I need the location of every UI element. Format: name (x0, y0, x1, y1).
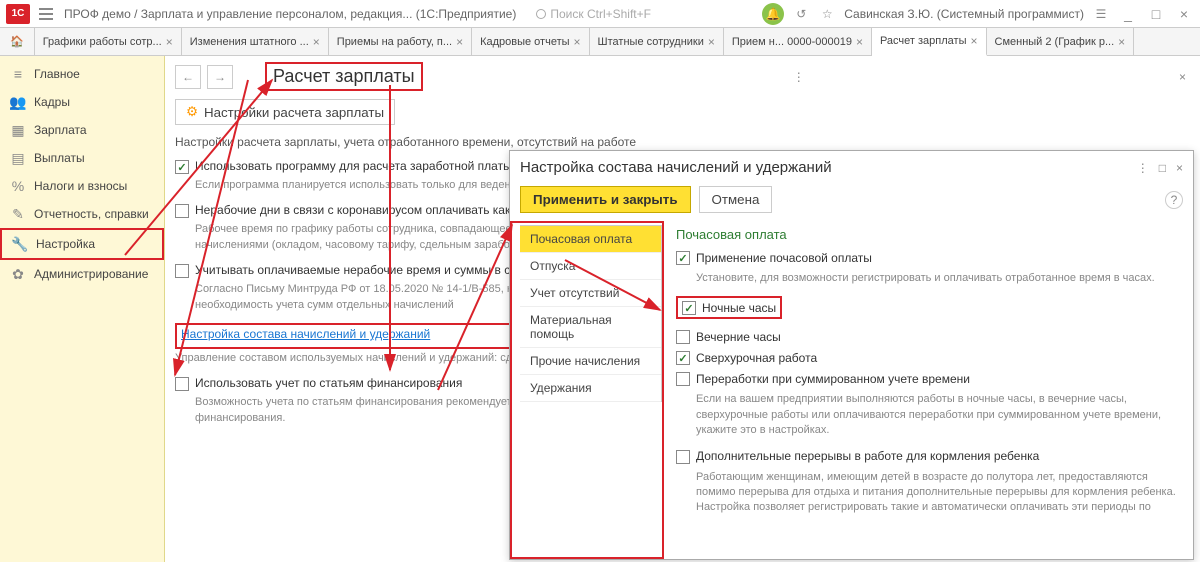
edit-icon: ✎ (10, 206, 26, 222)
tab-home[interactable]: 🏠 (0, 28, 35, 55)
wrench-icon: 🔧 (12, 236, 28, 252)
tab-close-icon[interactable]: × (456, 35, 463, 49)
star-icon[interactable]: ☆ (818, 5, 836, 23)
panel-icon[interactable]: ☰ (1092, 5, 1110, 23)
search-placeholder: Поиск Ctrl+Shift+F (550, 7, 651, 21)
page-description: Настройки расчета зарплаты, учета отрабо… (175, 135, 1190, 149)
people-icon: 👥 (10, 94, 26, 110)
help-icon[interactable]: ? (1165, 191, 1183, 209)
checkbox-icon[interactable] (175, 377, 189, 391)
dialog-nav-otpuska[interactable]: Отпуска (520, 253, 661, 280)
sidebar-item-kadry[interactable]: 👥Кадры (0, 88, 164, 116)
logo-1c: 1C (6, 4, 30, 24)
dialog-more-icon[interactable]: ⋮ (1137, 161, 1149, 175)
checkbox-icon[interactable] (676, 330, 690, 344)
dialog-content: Почасовая оплата Применение почасовой оп… (664, 221, 1193, 559)
dialog-nav-matpom[interactable]: Материальная помощь (520, 307, 661, 348)
sidebar-item-otchet[interactable]: ✎Отчетность, справки (0, 200, 164, 228)
tab-close-icon[interactable]: × (166, 35, 173, 49)
more-icon[interactable]: ⋮ (789, 66, 809, 88)
tab-item[interactable]: Изменения штатного ...× (182, 28, 329, 55)
apply-close-button[interactable]: Применить и закрыть (520, 186, 691, 213)
dialog-nav-other[interactable]: Прочие начисления (520, 348, 661, 375)
checkbox-icon[interactable] (676, 372, 690, 386)
dialog-title: Настройка состава начислений и удержаний (520, 159, 832, 176)
nav-back-button[interactable]: ← (175, 65, 201, 89)
tab-item[interactable]: Прием н... 0000-000019× (724, 28, 872, 55)
checkbox-row[interactable]: Сверхурочная работа (676, 350, 1181, 365)
checkbox-icon[interactable] (682, 301, 696, 315)
tab-item[interactable]: Сменный 2 (График р...× (987, 28, 1135, 55)
burger-menu-icon[interactable] (36, 4, 56, 24)
search-icon (536, 9, 546, 19)
close-button[interactable]: × (1174, 4, 1194, 24)
help-text: Установите, для возможности регистрирова… (696, 271, 1181, 286)
tab-close-icon[interactable]: × (313, 35, 320, 49)
dialog-nav-hourly[interactable]: Почасовая оплата (520, 226, 661, 253)
checkbox-icon[interactable] (676, 351, 690, 365)
checkbox-row-night[interactable]: Ночные часы (676, 296, 782, 319)
help-text: Если на вашем предприятии выполняются ра… (696, 392, 1181, 438)
sidebar: ≡Главное 👥Кадры ▦Зарплата ▤Выплаты %Нало… (0, 56, 165, 562)
sidebar-item-zarplata[interactable]: ▦Зарплата (0, 116, 164, 144)
composition-settings-link[interactable]: Настройка состава начислений и удержаний (181, 327, 430, 341)
history-icon[interactable]: ↺ (792, 5, 810, 23)
tab-item[interactable]: Приемы на работу, п...× (329, 28, 472, 55)
tab-item[interactable]: Кадровые отчеты× (472, 28, 589, 55)
global-search[interactable]: Поиск Ctrl+Shift+F (536, 7, 651, 21)
page-title: Расчет зарплаты (265, 62, 423, 91)
list-icon: ▤ (10, 150, 26, 166)
sidebar-item-nastroika[interactable]: 🔧Настройка (0, 228, 164, 260)
gear-icon: ⚙ (186, 104, 198, 120)
tab-close-icon[interactable]: × (970, 34, 977, 48)
checkbox-icon[interactable] (676, 450, 690, 464)
dialog-section-title: Почасовая оплата (676, 227, 1181, 242)
checkbox-row[interactable]: Вечерние часы (676, 329, 1181, 344)
checkbox-icon[interactable] (175, 204, 189, 218)
gear-icon: ✿ (10, 266, 26, 282)
checkbox-row[interactable]: Переработки при суммированном учете врем… (676, 371, 1181, 386)
checkbox-row[interactable]: Дополнительные перерывы в работе для кор… (676, 449, 1181, 464)
settings-salary-button[interactable]: ⚙Настройки расчета зарплаты (175, 99, 395, 125)
checkbox-icon[interactable] (676, 251, 690, 265)
tabbar: 🏠 Графики работы сотр...× Изменения штат… (0, 28, 1200, 56)
tab-item-active[interactable]: Расчет зарплаты× (872, 28, 987, 56)
sidebar-item-admin[interactable]: ✿Администрирование (0, 260, 164, 288)
composition-dialog: Настройка состава начислений и удержаний… (509, 150, 1194, 560)
checkbox-icon[interactable] (175, 264, 189, 278)
grid-icon: ▦ (10, 122, 26, 138)
home-icon: ≡ (10, 66, 26, 82)
tab-item[interactable]: Графики работы сотр...× (35, 28, 182, 55)
tab-close-icon[interactable]: × (1118, 35, 1125, 49)
checkbox-icon[interactable] (175, 160, 189, 174)
help-text: Работающим женщинам, имеющим детей в воз… (696, 470, 1181, 516)
dialog-nav-absence[interactable]: Учет отсутствий (520, 280, 661, 307)
tab-close-icon[interactable]: × (708, 35, 715, 49)
dialog-close-icon[interactable]: × (1176, 161, 1183, 175)
tab-item[interactable]: Штатные сотрудники× (590, 28, 724, 55)
user-name[interactable]: Савинская З.Ю. (Системный программист) (844, 7, 1084, 21)
minimize-button[interactable]: _ (1118, 4, 1138, 24)
close-icon[interactable]: × (1175, 66, 1190, 88)
tab-close-icon[interactable]: × (856, 35, 863, 49)
tab-close-icon[interactable]: × (574, 35, 581, 49)
checkbox-row[interactable]: Применение почасовой оплаты (676, 250, 1181, 265)
maximize-button[interactable]: □ (1146, 4, 1166, 24)
dialog-nav-uderj[interactable]: Удержания (520, 375, 661, 402)
percent-icon: % (10, 178, 26, 194)
app-title: ПРОФ демо / Зарплата и управление персон… (64, 7, 516, 21)
bell-icon[interactable]: 🔔 (762, 3, 784, 25)
dialog-nav: Почасовая оплата Отпуска Учет отсутствий… (520, 225, 662, 402)
nav-forward-button[interactable]: → (207, 65, 233, 89)
cancel-button[interactable]: Отмена (699, 186, 773, 213)
sidebar-item-main[interactable]: ≡Главное (0, 60, 164, 88)
sidebar-item-nalogi[interactable]: %Налоги и взносы (0, 172, 164, 200)
sidebar-item-vyplaty[interactable]: ▤Выплаты (0, 144, 164, 172)
dialog-maximize-icon[interactable]: □ (1159, 161, 1166, 175)
titlebar: 1C ПРОФ демо / Зарплата и управление пер… (0, 0, 1200, 28)
